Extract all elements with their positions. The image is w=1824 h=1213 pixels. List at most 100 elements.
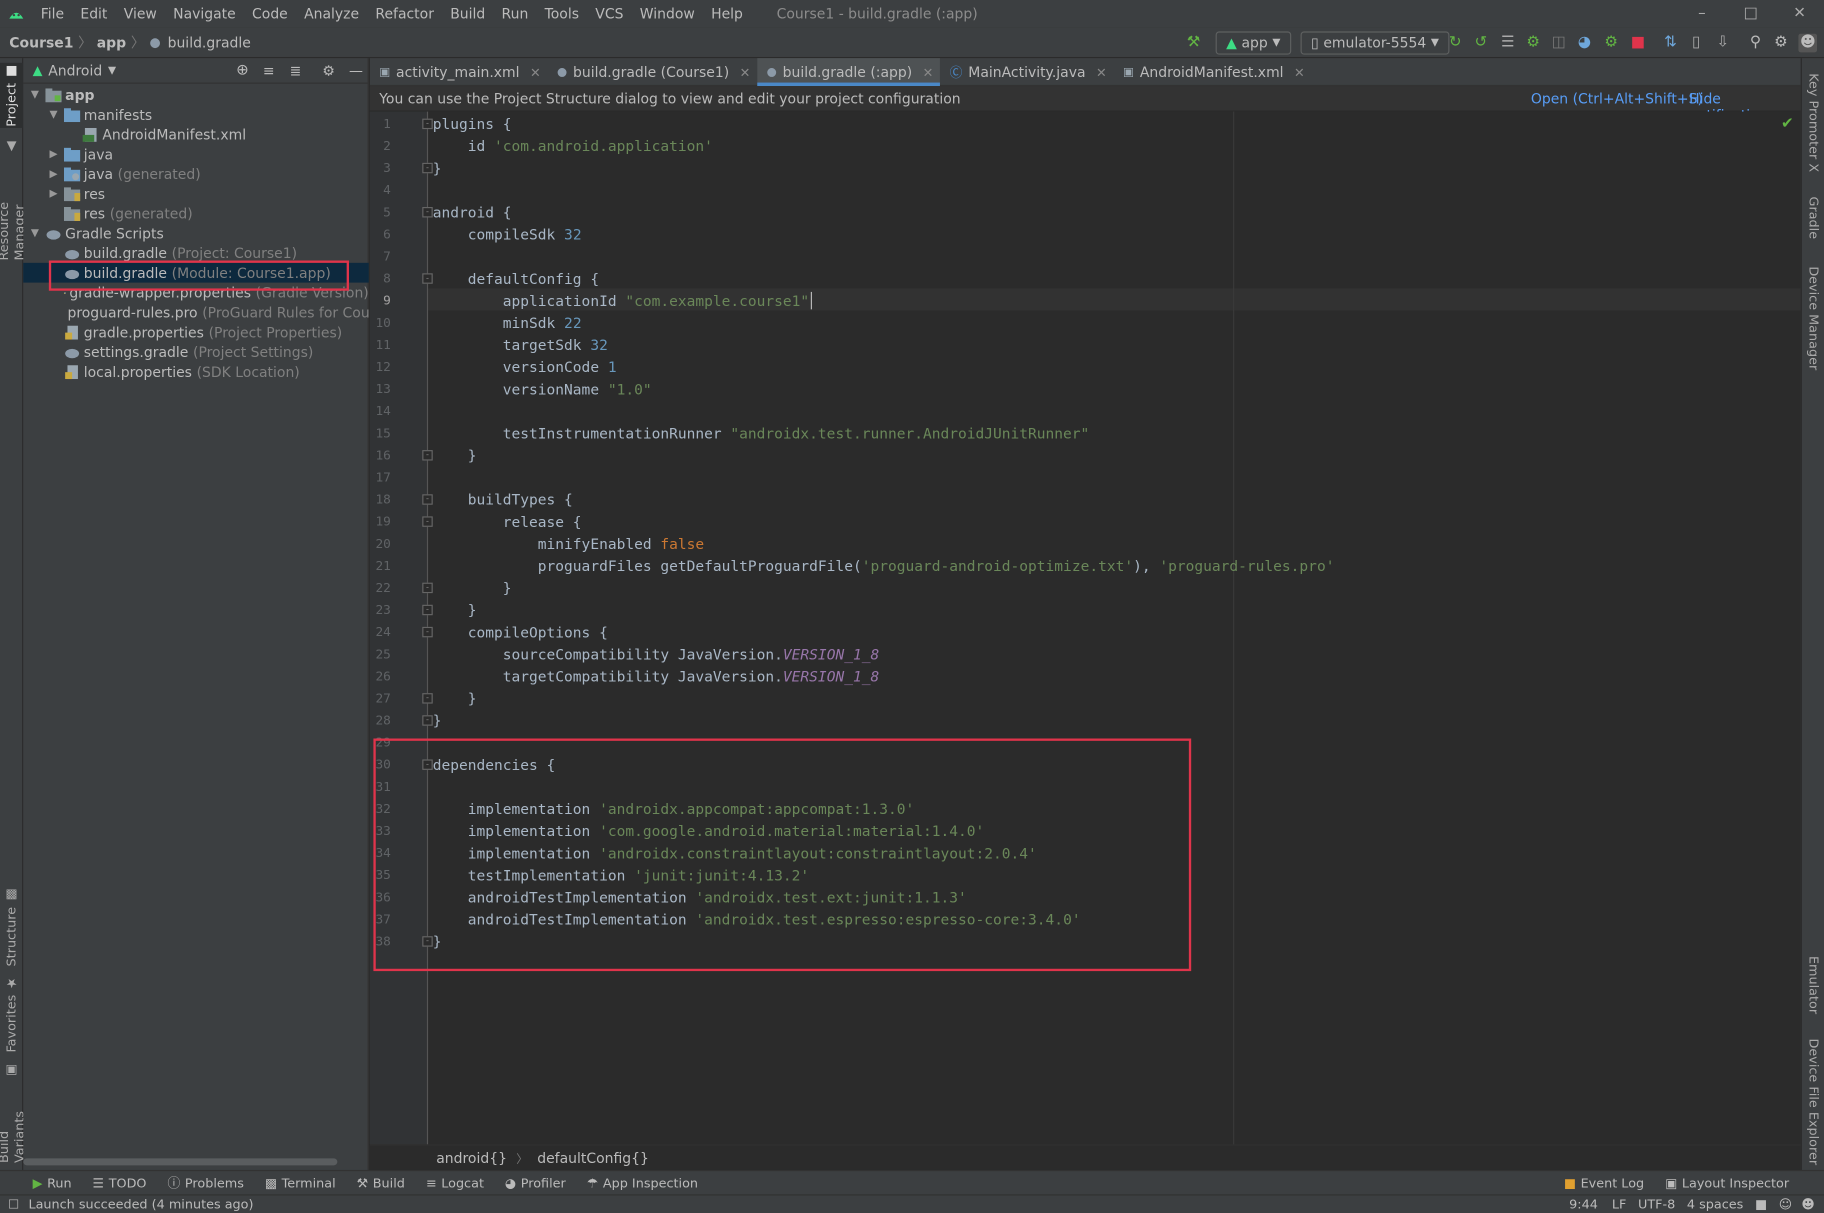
close-tab-icon[interactable]: ✕: [530, 65, 541, 80]
chevron-down-icon[interactable]: ▼: [108, 65, 116, 77]
code-editor[interactable]: 1 2 3 4 5 6 7 8 9 10 11 12 13 14 15 16 1…: [369, 111, 1801, 1145]
fold-end-icon[interactable]: -: [422, 715, 433, 726]
breadcrumb-defaultconfig-block[interactable]: defaultConfig{}: [537, 1150, 649, 1166]
tree-node-java-generated[interactable]: ▶ java (generated): [23, 164, 368, 184]
breadcrumb-file[interactable]: build.gradle: [168, 34, 251, 50]
tab-build-gradle-app[interactable]: ● build.gradle (:app) ✕: [757, 58, 941, 87]
tree-node-proguard-rules[interactable]: proguard-rules.pro (ProGuard Rules for Co…: [23, 302, 400, 322]
device-dropdown[interactable]: ▯ emulator-5554 ▼: [1300, 31, 1450, 55]
chevron-down-icon[interactable]: ▼: [47, 109, 61, 121]
make-project-icon[interactable]: ⚒: [1184, 34, 1203, 53]
menu-view[interactable]: View: [116, 6, 165, 22]
profiler-tool-button[interactable]: ◕ Profiler: [505, 1175, 566, 1190]
sync-gradle-icon[interactable]: ⇅: [1661, 34, 1680, 53]
tab-structure[interactable]: Structure ▩: [0, 888, 23, 966]
memory-indicator-icon[interactable]: ☻: [1801, 1197, 1814, 1212]
chevron-right-icon[interactable]: ▶: [47, 188, 61, 200]
breadcrumb-project[interactable]: Course1: [9, 34, 73, 50]
run-tool-button[interactable]: ▶ Run: [33, 1175, 72, 1190]
tree-node-local-properties[interactable]: local.properties (SDK Location): [23, 362, 368, 382]
tree-node-manifests[interactable]: ▼ manifests: [23, 105, 368, 125]
file-encoding[interactable]: UTF-8: [1638, 1197, 1675, 1212]
status-window-icon[interactable]: □: [8, 1198, 19, 1211]
run-config-dropdown[interactable]: ▲ app ▼: [1215, 31, 1291, 55]
problems-tool-button[interactable]: ⓘ Problems: [167, 1173, 243, 1192]
minimize-icon[interactable]: –: [1677, 0, 1726, 28]
build-tool-button[interactable]: ⚒ Build: [357, 1175, 405, 1190]
menu-code[interactable]: Code: [244, 6, 296, 22]
tab-resource-manager[interactable]: Resource Manager ▲: [0, 140, 27, 261]
fold-icon[interactable]: -: [422, 516, 433, 527]
menu-tools[interactable]: Tools: [536, 6, 587, 22]
coverage-icon[interactable]: ◫: [1549, 34, 1568, 53]
tab-favorites[interactable]: Favorites ★: [0, 976, 23, 1052]
account-icon[interactable]: ☻: [1798, 33, 1818, 53]
collapse-all-icon[interactable]: ≣: [290, 62, 302, 78]
tab-gradle[interactable]: Gradle: [1802, 188, 1824, 246]
list-icon[interactable]: ☰: [1498, 34, 1517, 53]
tree-node-gradle-scripts[interactable]: ▼ Gradle Scripts: [23, 223, 368, 243]
fold-icon[interactable]: -: [422, 626, 433, 638]
menu-window[interactable]: Window: [632, 6, 703, 22]
expand-all-icon[interactable]: ≡: [263, 62, 275, 78]
horizontal-scrollbar[interactable]: [23, 1158, 338, 1166]
menu-build[interactable]: Build: [442, 6, 493, 22]
lock-icon[interactable]: ■: [1755, 1197, 1767, 1212]
breadcrumb-module[interactable]: app: [97, 34, 126, 50]
tab-emulator[interactable]: Emulator: [1802, 949, 1824, 1021]
menu-analyze[interactable]: Analyze: [296, 6, 367, 22]
menu-edit[interactable]: Edit: [72, 6, 115, 22]
line-separator[interactable]: LF: [1612, 1197, 1627, 1212]
fold-icon[interactable]: -: [422, 207, 433, 218]
tab-build-gradle-project[interactable]: ● build.gradle (Course1) ✕: [548, 58, 758, 86]
status-message[interactable]: Launch succeeded (4 minutes ago): [28, 1197, 253, 1212]
fold-end-icon[interactable]: -: [422, 450, 433, 461]
chevron-right-icon[interactable]: ▶: [47, 168, 61, 180]
tree-node-java[interactable]: ▶ java: [23, 144, 368, 164]
attach-debugger-icon[interactable]: ⚙: [1602, 34, 1621, 53]
close-tab-icon[interactable]: ✕: [1294, 65, 1305, 80]
profile-icon[interactable]: ◕: [1575, 34, 1594, 53]
tab-mainactivity-java[interactable]: Ⓒ MainActivity.java ✕: [940, 58, 1113, 86]
chevron-down-icon[interactable]: ▼: [28, 89, 42, 101]
event-log-tool-button[interactable]: ■ Event Log: [1564, 1175, 1644, 1190]
tab-project[interactable]: Project ■: [0, 62, 24, 128]
close-window-icon[interactable]: ✕: [1775, 0, 1824, 28]
layout-inspector-tool-button[interactable]: ▣ Layout Inspector: [1665, 1175, 1789, 1190]
app-inspection-tool-button[interactable]: ☂ App Inspection: [587, 1175, 698, 1190]
menu-file[interactable]: File: [33, 6, 73, 22]
fold-end-icon[interactable]: -: [422, 604, 433, 616]
breadcrumb-android-block[interactable]: android{}: [436, 1150, 507, 1166]
menu-vcs[interactable]: VCS: [587, 6, 631, 22]
terminal-tool-button[interactable]: ▩ Terminal: [265, 1175, 336, 1190]
sdk-manager-icon[interactable]: ⇩: [1713, 34, 1732, 53]
tree-node-res[interactable]: ▶ res: [23, 184, 368, 204]
avd-manager-icon[interactable]: ▯: [1687, 34, 1706, 53]
search-icon[interactable]: ⚲: [1746, 34, 1765, 53]
stop-icon[interactable]: ■: [1629, 34, 1648, 53]
tree-node-gradle-properties[interactable]: gradle.properties (Project Properties): [23, 322, 368, 342]
project-view-dropdown[interactable]: Android: [48, 62, 102, 78]
settings-gear-icon[interactable]: ⚙: [1772, 34, 1791, 53]
tab-device-manager[interactable]: Device Manager: [1802, 263, 1824, 375]
tab-build-variants[interactable]: Build Variants ▣: [0, 1063, 27, 1163]
tab-androidmanifest-xml[interactable]: ▣ AndroidManifest.xml ✕: [1114, 58, 1312, 86]
chevron-right-icon[interactable]: ▶: [47, 148, 61, 160]
fold-icon[interactable]: -: [422, 494, 433, 505]
tab-activity-main-xml[interactable]: ▣ activity_main.xml ✕: [370, 58, 548, 86]
menu-navigate[interactable]: Navigate: [165, 6, 244, 22]
tree-node-res-generated[interactable]: res (generated): [23, 204, 368, 224]
locate-file-icon[interactable]: ⊕: [236, 62, 249, 79]
close-tab-icon[interactable]: ✕: [923, 65, 934, 80]
debug-icon[interactable]: ⚙: [1524, 34, 1543, 53]
tab-device-file-explorer[interactable]: Device File Explorer: [1802, 1037, 1824, 1165]
menu-refactor[interactable]: Refactor: [367, 6, 442, 22]
tree-node-settings-gradle[interactable]: settings.gradle (Project Settings): [23, 342, 368, 362]
chevron-down-icon[interactable]: ▼: [28, 227, 42, 239]
tree-node-androidmanifest[interactable]: AndroidManifest.xml: [23, 124, 368, 144]
tab-key-promoter[interactable]: Key Promoter X: [1802, 65, 1824, 179]
menu-run[interactable]: Run: [493, 6, 536, 22]
caret-position[interactable]: 9:44: [1569, 1197, 1598, 1212]
tree-node-app[interactable]: ▼ app: [23, 85, 368, 105]
maximize-icon[interactable]: □: [1726, 0, 1775, 28]
